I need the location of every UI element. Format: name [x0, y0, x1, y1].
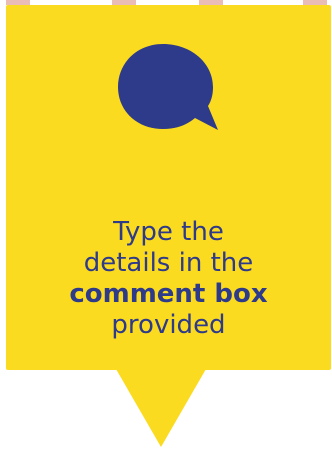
instruction-text: Type the details in the comment box prov…	[6, 217, 331, 341]
instruction-line-1: Type the	[113, 217, 224, 247]
instruction-line-emphasis: comment box	[69, 279, 268, 309]
chat-bubble-shape	[118, 44, 218, 130]
instruction-line-4: provided	[111, 310, 226, 340]
instruction-line-2: details in the	[83, 248, 254, 278]
callout-pointer	[116, 369, 206, 447]
chat-bubble-icon	[118, 44, 218, 130]
